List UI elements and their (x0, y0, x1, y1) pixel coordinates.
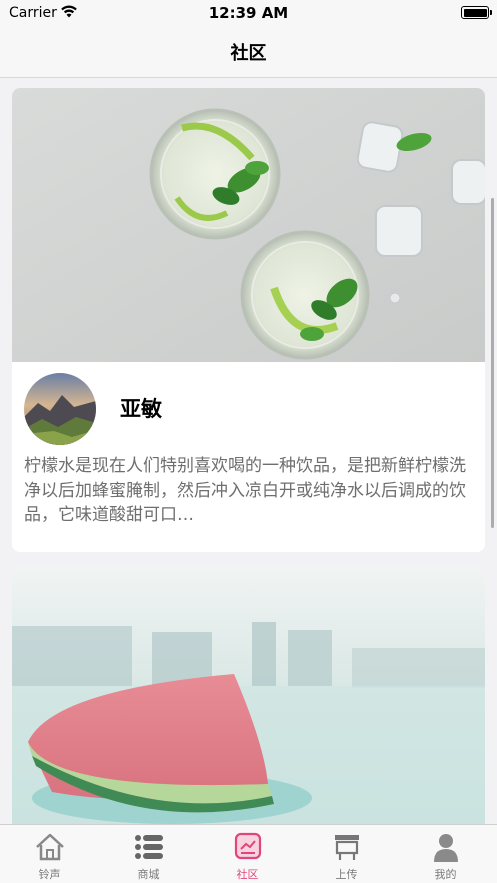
post-card[interactable]: 亚敏 柠檬水是现在人们特别喜欢喝的一种饮品，是把新鲜柠檬洗净以后加蜂蜜腌制，然后… (12, 88, 485, 552)
page-title: 社区 (230, 43, 267, 64)
avatar[interactable] (24, 373, 96, 445)
tab-label: 我的 (434, 868, 457, 881)
tab-community[interactable]: 社区 (198, 825, 297, 883)
navigation-bar: 社区 (0, 26, 497, 78)
tab-profile[interactable]: 我的 (396, 825, 495, 883)
tab-ringtones[interactable]: 铃声 (0, 825, 99, 883)
post-feed[interactable]: 亚敏 柠檬水是现在人们特别喜欢喝的一种饮品，是把新鲜柠檬洗净以后加蜂蜜腌制，然后… (0, 78, 497, 824)
lime-mojito-photo[interactable] (12, 88, 485, 362)
battery-icon (461, 6, 492, 19)
upload-icon (335, 835, 359, 860)
tab-label: 商城 (137, 868, 160, 881)
clock: 12:39 AM (208, 4, 289, 22)
scrollbar[interactable] (491, 198, 494, 528)
home-icon (36, 833, 64, 861)
community-icon (234, 832, 262, 860)
person-icon (434, 834, 458, 862)
list-icon (135, 835, 163, 859)
post-card[interactable] (12, 566, 485, 824)
watermelon-photo[interactable] (12, 566, 485, 824)
author-name[interactable]: 亚敏 (120, 393, 162, 423)
tab-store[interactable]: 商城 (99, 825, 198, 883)
post-excerpt: 柠檬水是现在人们特别喜欢喝的一种饮品，是把新鲜柠檬洗净以后加蜂蜜腌制，然后冲入凉… (24, 456, 466, 525)
tab-label: 铃声 (38, 868, 61, 881)
tab-label: 社区 (236, 868, 259, 881)
status-bar: Carrier 12:39 AM (0, 0, 497, 26)
tab-label: 上传 (335, 868, 358, 881)
tab-upload[interactable]: 上传 (297, 825, 396, 883)
tab-bar: 铃声 商城 社区 上传 我的 (0, 824, 497, 883)
